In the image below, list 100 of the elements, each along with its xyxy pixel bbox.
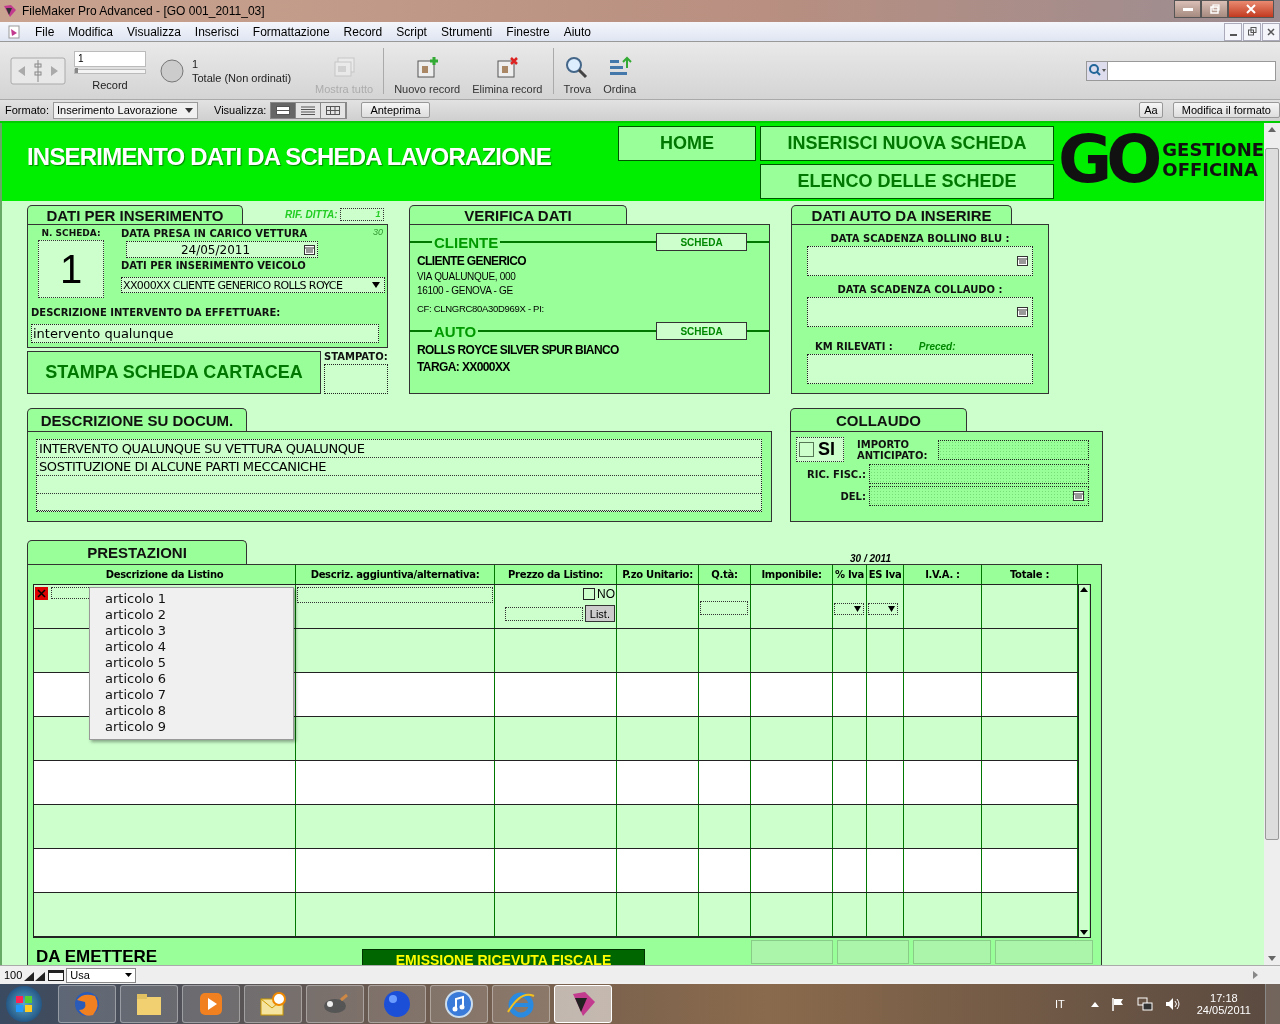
mode-dropdown[interactable]: Usa: [66, 967, 137, 983]
form-view-button[interactable]: [271, 102, 297, 118]
card-button[interactable]: SCHEDA: [656, 322, 747, 341]
speaker-icon[interactable]: [1164, 997, 1181, 1011]
menu-item[interactable]: Strumenti: [433, 24, 500, 39]
menu-item[interactable]: Inserisci: [187, 24, 246, 39]
clock-time[interactable]: 17:18: [1210, 992, 1238, 1004]
date-field[interactable]: [869, 486, 1089, 507]
dropdown-item[interactable]: articolo 6: [90, 671, 293, 688]
section-title: CLIENTE: [433, 233, 500, 251]
scroll-bar[interactable]: [1078, 585, 1089, 938]
layout-dropdown[interactable]: Inserimento Lavorazione: [53, 101, 198, 119]
delete-icon[interactable]: [35, 587, 48, 601]
toolbar-button[interactable]: Ordina: [601, 56, 639, 95]
close-button[interactable]: [1228, 0, 1274, 18]
menu-item[interactable]: File: [28, 24, 62, 39]
taskbar-app-button[interactable]: [554, 985, 612, 1023]
column-header: Descrizione da Listino: [34, 565, 296, 585]
document-description-field[interactable]: INTERVENTO QUALUNQUE SU VETTURA QUALUNQUE SOSTITUZIONE DI ALCUNE PARTI MECCANICHE: [36, 439, 762, 513]
vat-dropdown[interactable]: [868, 603, 898, 616]
clock-date[interactable]: 24/05/2011: [1196, 1004, 1251, 1016]
toolbar-button[interactable]: Elimina record: [470, 56, 545, 95]
dropdown-item[interactable]: articolo 2: [90, 607, 293, 624]
cards-icon: [332, 56, 357, 80]
font-button[interactable]: Aa: [1139, 102, 1163, 119]
language-indicator[interactable]: IT: [1054, 998, 1065, 1010]
vehicle-dropdown[interactable]: XX000XX CLIENTE GENERICO ROLLS ROYCE: [121, 277, 385, 294]
company-ref-field: 1: [339, 207, 384, 221]
quick-find-field[interactable]: [1086, 60, 1276, 81]
minimize-button[interactable]: [1174, 0, 1201, 18]
caret-icon: [125, 973, 133, 978]
list-view-button[interactable]: [296, 102, 322, 118]
minimize-icon: [1182, 7, 1193, 11]
advance-amount-field[interactable]: [938, 439, 1089, 460]
date-label: DEL:: [839, 490, 866, 502]
search-button[interactable]: Trova: [561, 56, 594, 95]
scroll-thumb[interactable]: [1265, 148, 1279, 841]
price-list-button[interactable]: List.: [584, 605, 615, 623]
period-label: 30 / 2011: [850, 553, 891, 565]
card-list-button[interactable]: ELENCO DELLE SCHEDE: [760, 164, 1055, 200]
dropdown-item[interactable]: articolo 1: [90, 591, 293, 608]
record-number-field[interactable]: 1: [74, 50, 146, 67]
printed-field[interactable]: [324, 364, 388, 395]
table-view-button[interactable]: [321, 102, 347, 118]
issue-receipt-button[interactable]: EMISSIONE RICEVUTA FISCALE: [362, 949, 645, 966]
item-field[interactable]: [51, 587, 91, 600]
date-field[interactable]: 24/05/2011: [126, 241, 318, 259]
card-number-field: 1: [38, 240, 104, 299]
date-field[interactable]: [807, 297, 1033, 328]
minimize-button[interactable]: [1224, 22, 1242, 41]
record-label: Record: [92, 78, 128, 91]
info-text: VIA QUALUNQUE, 000: [416, 270, 517, 285]
description-field[interactable]: intervento qualunque: [31, 323, 379, 343]
list-price-field[interactable]: [504, 606, 583, 621]
home-button[interactable]: HOME: [618, 126, 757, 162]
maximize-button[interactable]: [1201, 0, 1228, 18]
show-hidden-icons-icon[interactable]: [1090, 1001, 1099, 1007]
km-field[interactable]: [807, 354, 1033, 385]
dropdown-item[interactable]: articolo 8: [90, 703, 293, 720]
dropdown-item[interactable]: articolo 5: [90, 655, 293, 672]
date-field[interactable]: [807, 246, 1033, 277]
flag-icon[interactable]: [1110, 997, 1125, 1011]
receipt-field[interactable]: [869, 464, 1089, 485]
vat-dropdown[interactable]: [834, 603, 864, 616]
caret-icon: [185, 107, 193, 113]
restore-button[interactable]: [1243, 22, 1261, 41]
dropdown-item[interactable]: articolo 3: [90, 623, 293, 640]
quantity-field[interactable]: [700, 601, 748, 616]
menu-item[interactable]: Aiuto: [556, 24, 598, 39]
zoom-icon[interactable]: [24, 969, 47, 981]
dropdown-item[interactable]: articolo 9: [90, 719, 293, 736]
menu-item[interactable]: Finestre: [499, 24, 557, 39]
scroll-bar[interactable]: [1264, 123, 1280, 966]
date-label: DATA PRESA IN CARICO VETTURA: [121, 228, 308, 240]
print-card-button[interactable]: STAMPA SCHEDA CARTACEA: [27, 351, 321, 395]
no-checkbox[interactable]: [583, 588, 595, 601]
slider-thumb[interactable]: [75, 67, 78, 73]
to-issue-label: DA EMETTERE: [36, 947, 159, 966]
start-button[interactable]: [6, 986, 42, 1022]
down-arrow-icon: [1080, 930, 1088, 936]
close-button[interactable]: [1262, 22, 1280, 41]
menu-item[interactable]: Record: [336, 24, 390, 39]
close-icon: [1246, 4, 1256, 14]
network-icon[interactable]: [1136, 997, 1153, 1011]
card-button[interactable]: SCHEDA: [656, 233, 747, 252]
dropdown-item[interactable]: articolo 7: [90, 687, 293, 704]
edit-layout-button[interactable]: Modifica il formato: [1172, 102, 1280, 119]
inspection-checkbox[interactable]: [799, 442, 814, 458]
window-title: FileMaker Pro Advanced - [GO 001_2011_03]: [22, 3, 265, 18]
preview-button[interactable]: Anteprima: [361, 102, 430, 119]
extra-description-field[interactable]: [297, 587, 493, 604]
new-card-button[interactable]: INSERISCI NUOVA SCHEDA: [760, 126, 1055, 162]
menu-item[interactable]: Modifica: [61, 24, 121, 39]
status-toolbar-icon[interactable]: [48, 969, 65, 981]
menu-item[interactable]: Formattazione: [245, 24, 337, 39]
dropdown-item[interactable]: articolo 4: [90, 639, 293, 656]
toolbar-button[interactable]: Nuovo record: [392, 56, 463, 95]
menu-item[interactable]: Script: [389, 24, 434, 39]
menu-item[interactable]: Visualizza: [120, 24, 188, 39]
zoom-level[interactable]: 100: [4, 969, 23, 982]
